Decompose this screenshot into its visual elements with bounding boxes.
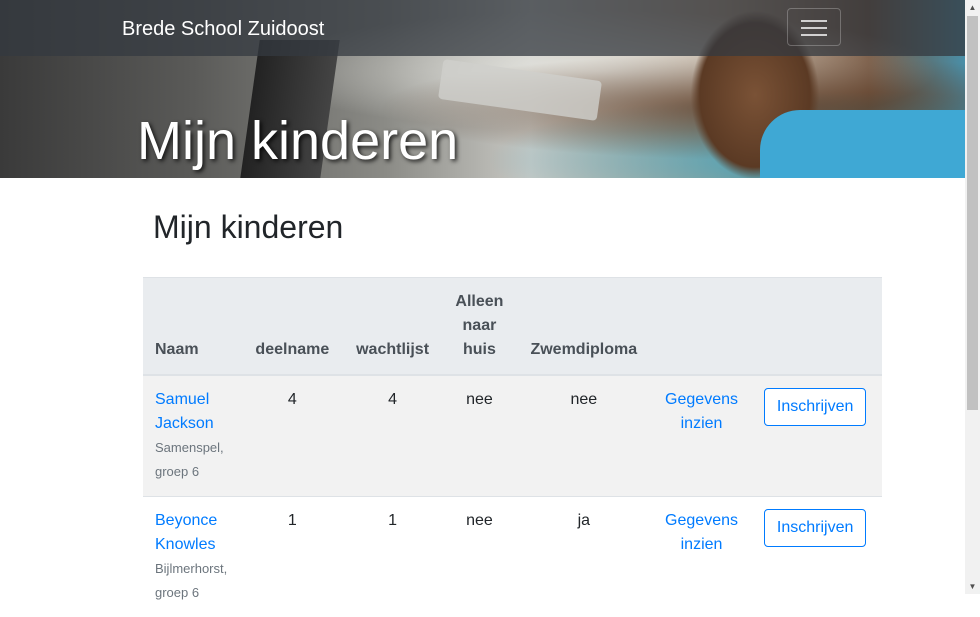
header-zwemdiploma: Zwemdiploma [516,278,651,376]
cell-deelname: 1 [242,497,343,617]
arrow-down-icon[interactable]: ▼ [965,579,980,594]
enroll-button[interactable]: Inschrijven [764,388,866,426]
navbar: Brede School Zuidoost [0,0,965,56]
children-table: Naam deelname wachtlijst Alleen naar hui… [143,277,882,617]
header-actions-view [651,278,752,376]
cell-enroll: Inschrijven [752,497,882,617]
page-title: Mijn kinderen [153,208,343,246]
child-school: Samenspel, groep 6 [155,436,230,484]
hero-image-keyboard [438,59,602,121]
header-alleen-naar-huis: Alleen naar huis [442,278,516,376]
hero-image-shirt [760,110,965,178]
table-row: Samuel Jackson Samenspel, groep 6 4 4 ne… [143,375,882,497]
cell-view: Gegevens inzien [651,497,752,617]
view-details-link[interactable]: Gegevens inzien [665,512,738,553]
cell-zwemdiploma: ja [516,497,651,617]
scrollbar-thumb[interactable] [967,16,978,410]
menu-toggle-button[interactable] [787,8,841,46]
view-details-link[interactable]: Gegevens inzien [665,391,738,432]
header-actions-enroll [752,278,882,376]
cell-wachtlijst: 4 [343,375,443,497]
navbar-brand[interactable]: Brede School Zuidoost [122,17,324,41]
table-header-row: Naam deelname wachtlijst Alleen naar hui… [143,278,882,376]
child-name-link[interactable]: Beyonce Knowles [155,512,217,553]
cell-alleen-naar-huis: nee [442,375,516,497]
header-deelname: deelname [242,278,343,376]
cell-wachtlijst: 1 [343,497,443,617]
child-name-link[interactable]: Samuel Jackson [155,391,214,432]
child-school: Bijlmerhorst, groep 6 [155,557,230,605]
cell-zwemdiploma: nee [516,375,651,497]
cell-naam: Beyonce Knowles Bijlmerhorst, groep 6 [143,497,242,617]
vertical-scrollbar[interactable]: ▲ ▼ [965,0,980,594]
header-naam: Naam [143,278,242,376]
enroll-button[interactable]: Inschrijven [764,509,866,547]
header-wachtlijst: wachtlijst [343,278,443,376]
cell-alleen-naar-huis: nee [442,497,516,617]
arrow-up-icon[interactable]: ▲ [965,0,980,15]
cell-view: Gegevens inzien [651,375,752,497]
cell-naam: Samuel Jackson Samenspel, groep 6 [143,375,242,497]
cell-enroll: Inschrijven [752,375,882,497]
table-row: Beyonce Knowles Bijlmerhorst, groep 6 1 … [143,497,882,617]
cell-deelname: 4 [242,375,343,497]
hero-title: Mijn kinderen [137,112,458,171]
